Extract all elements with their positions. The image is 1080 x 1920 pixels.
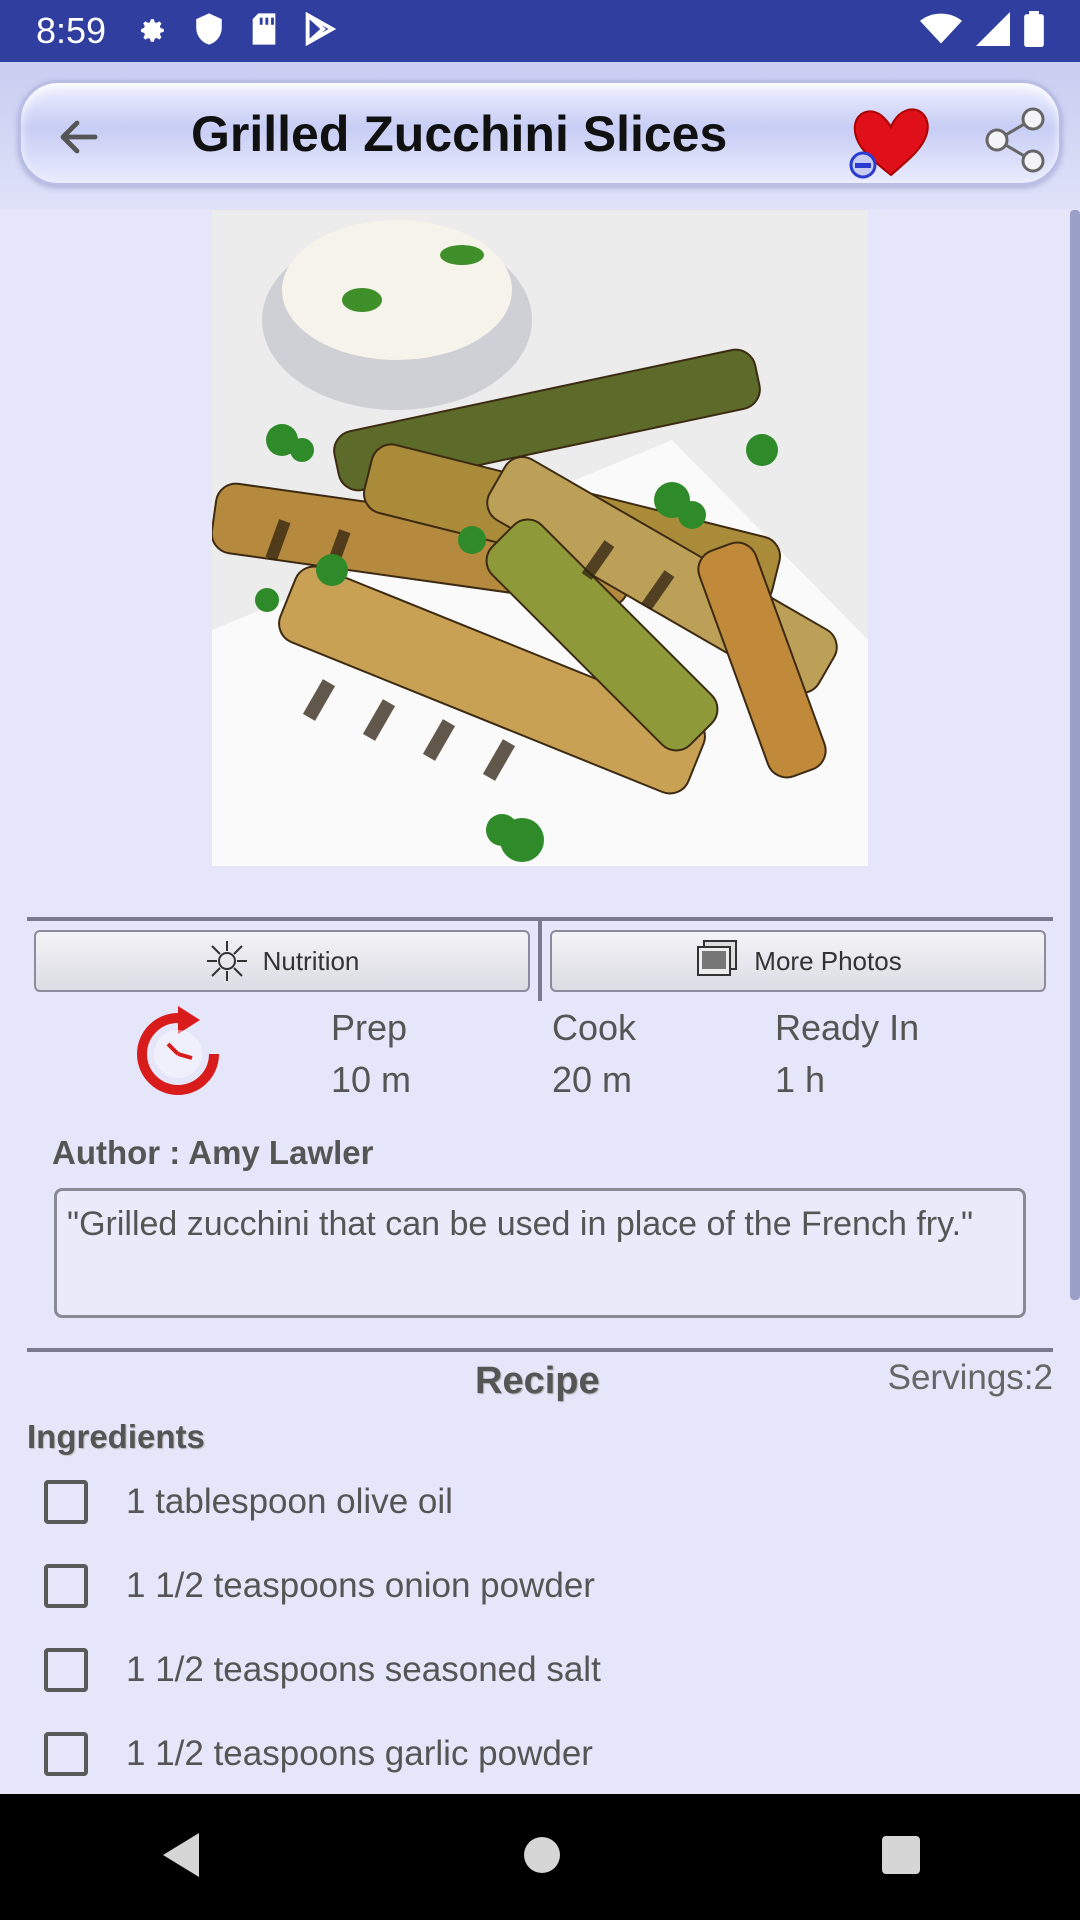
status-time: 8:59 (36, 10, 107, 51)
cook-time: Cook 20 m (552, 1002, 636, 1106)
ingredient-row[interactable]: 1 tablespoon olive oil (44, 1480, 453, 1524)
prep-label: Prep (331, 1007, 408, 1048)
arrow-left-icon (60, 120, 98, 154)
ingredient-checkbox[interactable] (44, 1648, 88, 1692)
sd-card-icon (250, 12, 278, 51)
ingredient-checkbox[interactable] (44, 1480, 88, 1524)
ingredient-row[interactable]: 1 1/2 teaspoons garlic powder (44, 1732, 593, 1776)
prep-value: 10 m (331, 1059, 412, 1100)
scrollbar[interactable] (1070, 210, 1080, 1300)
toolbar: Grilled Zucchini Slices (18, 80, 1062, 186)
nav-back-icon[interactable] (159, 1831, 203, 1884)
recipe-divider (27, 1348, 1053, 1352)
favorite-button[interactable] (843, 103, 933, 183)
wifi-icon (920, 12, 962, 51)
battery-icon (1024, 10, 1044, 52)
timer-icon[interactable] (128, 1004, 228, 1100)
back-button[interactable] (51, 109, 107, 165)
settings-gear-icon (134, 12, 168, 51)
share-icon (985, 107, 1045, 173)
nutrition-icon (206, 941, 247, 981)
toolbar-area: Grilled Zucchini Slices (0, 62, 1080, 210)
signal-icon (976, 11, 1010, 51)
ready-in-time: Ready In 1 h (775, 1002, 919, 1106)
description-text: "Grilled zucchini that can be used in pl… (67, 1205, 974, 1243)
share-button[interactable] (981, 105, 1051, 175)
ingredient-text: 1 tablespoon olive oil (126, 1482, 453, 1521)
navigation-bar (0, 1794, 1080, 1920)
ready-label: Ready In (775, 1007, 920, 1048)
play-store-icon (304, 11, 337, 51)
nutrition-label: Nutrition (262, 945, 360, 976)
shield-icon (194, 12, 224, 51)
description-box: "Grilled zucchini that can be used in pl… (54, 1188, 1026, 1318)
ingredient-row[interactable]: 1 1/2 teaspoons seasoned salt (44, 1648, 601, 1692)
nutrition-button[interactable]: Nutrition (34, 930, 530, 992)
nav-home-icon[interactable] (522, 1835, 562, 1880)
ingredient-checkbox[interactable] (44, 1732, 88, 1776)
button-separator (538, 921, 542, 1001)
heart-remove-icon (849, 108, 929, 179)
recipe-heading: Recipe (475, 1360, 600, 1402)
servings-label[interactable]: Servings:2 (888, 1358, 1053, 1398)
ingredient-row[interactable]: 1 1/2 teaspoons onion powder (44, 1564, 595, 1608)
ingredient-text: 1 1/2 teaspoons onion powder (126, 1566, 595, 1605)
nav-recents-icon[interactable] (881, 1835, 921, 1880)
ingredient-text: 1 1/2 teaspoons garlic powder (126, 1734, 593, 1773)
cook-label: Cook (552, 1007, 637, 1048)
status-bar: 8:59 (0, 0, 1080, 62)
prep-time: Prep 10 m (331, 1002, 411, 1106)
more-photos-label: More Photos (754, 945, 902, 976)
cook-value: 20 m (552, 1059, 633, 1100)
recipe-photo[interactable] (212, 210, 868, 866)
ingredient-checkbox[interactable] (44, 1564, 88, 1608)
page-title: Grilled Zucchini Slices (191, 106, 728, 162)
photos-icon (697, 940, 738, 976)
ingredients-heading: Ingredients (27, 1418, 205, 1455)
ingredient-text: 1 1/2 teaspoons seasoned salt (126, 1650, 601, 1689)
more-photos-button[interactable]: More Photos (550, 930, 1046, 992)
author-label: Author : Amy Lawler (52, 1134, 374, 1171)
ready-value: 1 h (775, 1059, 826, 1100)
